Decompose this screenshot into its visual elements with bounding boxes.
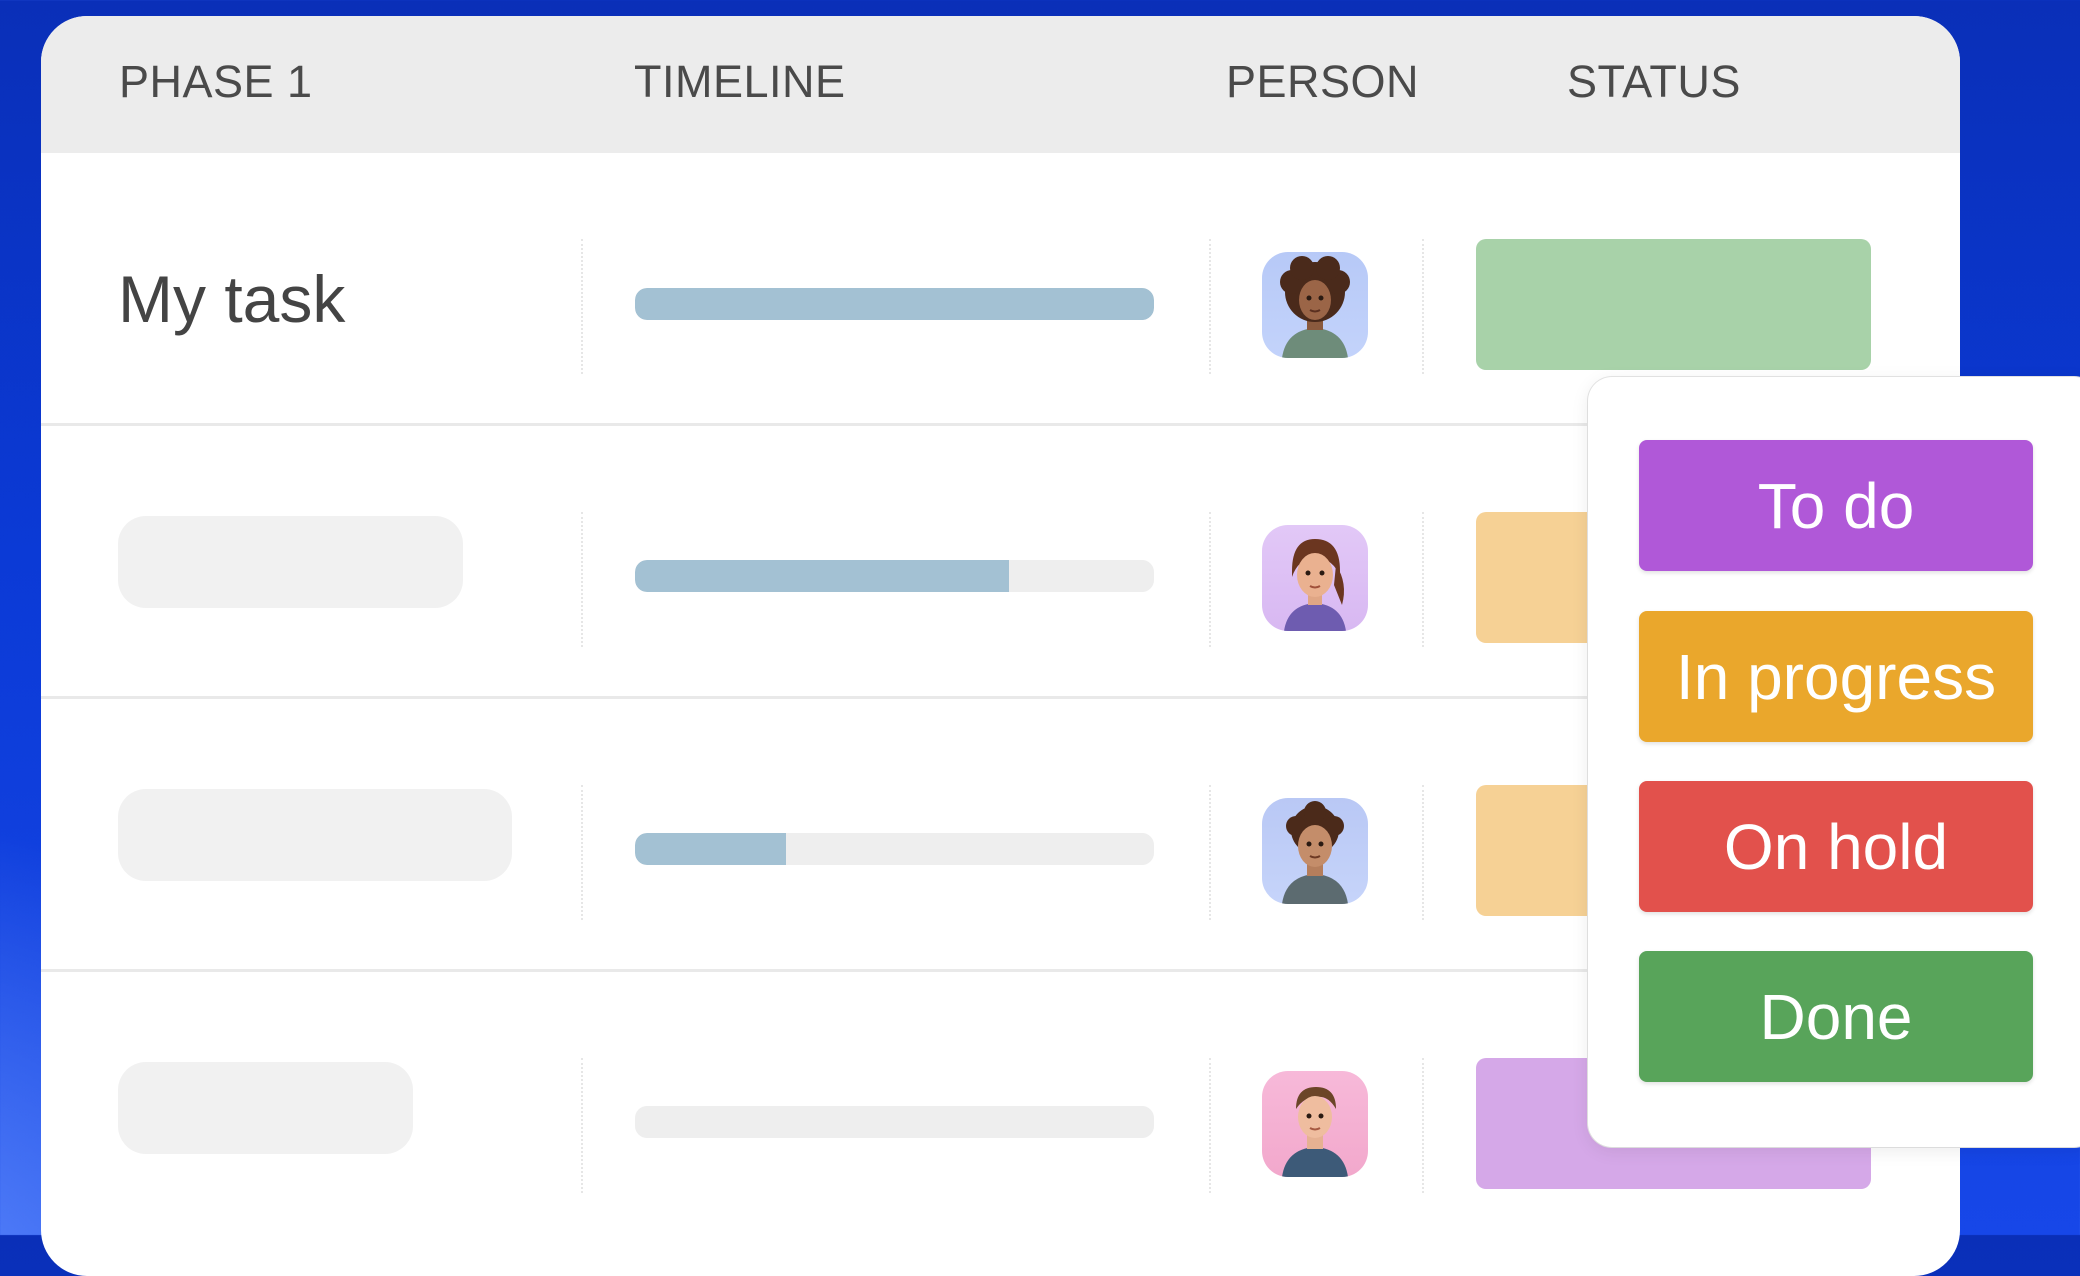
avatar[interactable] bbox=[1262, 252, 1368, 358]
avatar[interactable] bbox=[1262, 1071, 1368, 1177]
column-divider bbox=[1422, 239, 1424, 374]
task-name-placeholder[interactable] bbox=[118, 516, 463, 608]
table-header: PHASE 1 TIMELINE PERSON STATUS bbox=[41, 16, 1960, 153]
column-header-timeline[interactable]: TIMELINE bbox=[634, 56, 846, 108]
column-divider bbox=[581, 239, 583, 374]
status-option-on-hold[interactable]: On hold bbox=[1639, 781, 2033, 912]
column-divider bbox=[1422, 785, 1424, 920]
timeline-bar[interactable] bbox=[635, 833, 1154, 865]
column-divider bbox=[1209, 512, 1211, 647]
timeline-bar[interactable] bbox=[635, 288, 1154, 320]
column-divider bbox=[1422, 512, 1424, 647]
column-divider bbox=[581, 1058, 583, 1193]
status-dropdown: To do In progress On hold Done bbox=[1588, 377, 2080, 1147]
column-divider bbox=[581, 512, 583, 647]
timeline-fill bbox=[635, 560, 1009, 592]
status-option-done[interactable]: Done bbox=[1639, 951, 2033, 1082]
task-name-placeholder[interactable] bbox=[118, 1062, 413, 1154]
column-divider bbox=[1209, 785, 1211, 920]
column-divider bbox=[581, 785, 583, 920]
status-option-to-do[interactable]: To do bbox=[1639, 440, 2033, 571]
column-divider bbox=[1422, 1058, 1424, 1193]
timeline-bar[interactable] bbox=[635, 560, 1154, 592]
timeline-fill bbox=[635, 288, 1154, 320]
column-header-status[interactable]: STATUS bbox=[1567, 56, 1741, 108]
avatar[interactable] bbox=[1262, 525, 1368, 631]
column-header-phase[interactable]: PHASE 1 bbox=[119, 56, 313, 108]
timeline-fill bbox=[635, 833, 786, 865]
status-cell[interactable] bbox=[1476, 239, 1871, 370]
task-name[interactable]: My task bbox=[118, 261, 345, 337]
avatar[interactable] bbox=[1262, 798, 1368, 904]
column-divider bbox=[1209, 239, 1211, 374]
column-divider bbox=[1209, 1058, 1211, 1193]
column-header-person[interactable]: PERSON bbox=[1226, 56, 1419, 108]
timeline-bar[interactable] bbox=[635, 1106, 1154, 1138]
task-name-placeholder[interactable] bbox=[118, 789, 512, 881]
status-option-in-progress[interactable]: In progress bbox=[1639, 611, 2033, 742]
